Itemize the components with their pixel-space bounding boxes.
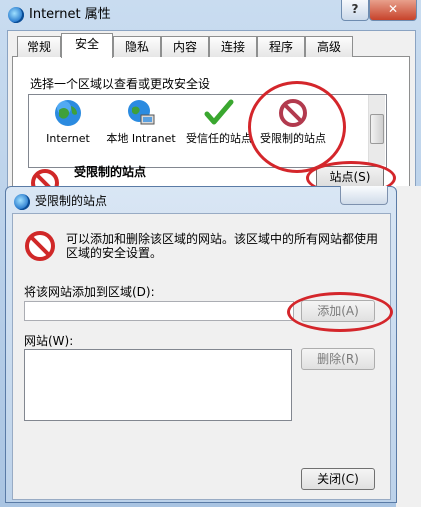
zone-internet-label: Internet [46,132,90,145]
highlight-circle [287,292,393,332]
zone-intranet-label: 本地 Intranet [106,132,176,145]
highlight-circle [248,81,346,173]
ie-globe-icon [14,193,30,210]
add-site-input[interactable] [24,301,294,321]
tab-connections[interactable]: 连接 [209,36,257,57]
intranet-icon [128,100,155,125]
zone-trusted-label: 受信任的站点 [186,132,252,145]
close-window-button[interactable]: ✕ [369,0,417,21]
dialog-title-text: 受限制的站点 [35,194,108,208]
window-title-text: Internet 属性 [29,7,111,22]
close-button[interactable]: 关闭(C) [301,468,375,490]
sites-list-label: 网站(W): [24,334,74,348]
restricted-heading-icon [30,168,60,188]
tab-programs[interactable]: 程序 [257,36,305,57]
zone-trusted[interactable]: 受信任的站点 [184,98,254,145]
tab-advanced[interactable]: 高级 [305,36,353,57]
ie-globe-icon [8,6,24,23]
zone-scrollbar-thumb[interactable] [370,114,384,144]
checkmark-icon [204,99,234,125]
dialog-close-title-button[interactable] [340,186,388,205]
zone-intranet[interactable]: 本地 Intranet [106,98,176,145]
sites-list[interactable] [24,349,292,421]
add-site-label: 将该网站添加到区域(D): [24,285,155,299]
restricted-icon [24,230,56,262]
tab-general[interactable]: 常规 [17,36,61,57]
window-title: Internet 属性 [8,2,111,28]
zone-prompt: 选择一个区域以查看或更改安全设 [30,77,211,91]
selected-zone-heading: 受限制的站点 [74,165,147,179]
globe-icon [55,100,81,126]
remove-button[interactable]: 删除(R) [301,348,375,370]
help-button[interactable]: ? [341,0,369,21]
tab-privacy[interactable]: 隐私 [113,36,161,57]
dialog-info-text: 可以添加和删除该区域的网站。该区域中的所有网站都使用区域的安全设置。 [66,232,379,260]
tab-security[interactable]: 安全 [61,33,113,58]
panel-edge [396,186,421,507]
zone-internet[interactable]: Internet [33,98,103,145]
tab-content[interactable]: 内容 [161,36,209,57]
dialog-title: 受限制的站点 [14,192,107,210]
